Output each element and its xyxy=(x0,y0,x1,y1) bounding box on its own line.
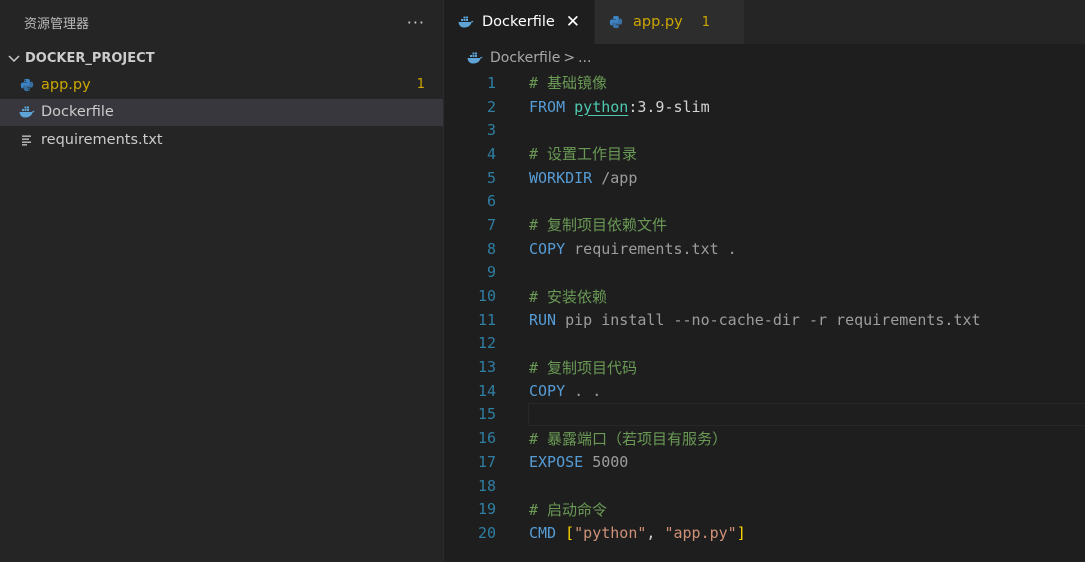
line-number: 9 xyxy=(486,263,496,282)
line-number: 6 xyxy=(486,192,496,211)
code-line[interactable]: 4 # 设置工作目录 xyxy=(444,142,1085,166)
text-file-icon xyxy=(19,132,35,148)
comment: # 复制项目依赖文件 xyxy=(529,216,668,235)
code-line[interactable]: 1 # 基础镜像 xyxy=(444,71,1085,95)
docker-icon xyxy=(19,104,35,120)
file-item-requirements[interactable]: requirements.txt xyxy=(0,126,443,154)
line-number: 1 xyxy=(486,73,496,92)
code-line[interactable]: 12 xyxy=(444,332,1085,356)
code-line[interactable]: 3 xyxy=(444,118,1085,142)
code-line[interactable]: 13 # 复制项目代码 xyxy=(444,355,1085,379)
keyword: WORKDIR xyxy=(529,168,593,187)
keyword: COPY xyxy=(529,381,566,400)
port-number: 5000 xyxy=(592,452,629,471)
comment: # 基础镜像 xyxy=(529,74,608,93)
line-number: 13 xyxy=(477,358,496,377)
line-number: 8 xyxy=(486,239,496,258)
breadcrumb-file[interactable]: Dockerfile xyxy=(490,50,560,66)
image-name: python xyxy=(574,97,629,116)
docker-icon xyxy=(467,50,483,66)
project-folder-name: DOCKER_PROJECT xyxy=(25,50,155,66)
code-line[interactable]: 17 EXPOSE 5000 xyxy=(444,450,1085,474)
code-line[interactable]: 18 xyxy=(444,474,1085,498)
line-number: 12 xyxy=(477,334,496,353)
tab-dockerfile[interactable]: Dockerfile ✕ xyxy=(444,0,594,44)
code-line[interactable]: 8 COPY requirements.txt . xyxy=(444,237,1085,261)
line-number: 2 xyxy=(486,97,496,116)
line-number: 19 xyxy=(477,500,496,519)
code-line[interactable]: 9 xyxy=(444,261,1085,285)
argument: pip install --no-cache-dir -r requiremen… xyxy=(565,310,981,329)
close-icon[interactable]: ✕ xyxy=(566,13,580,31)
tab-app-py[interactable]: app.py 1 xyxy=(594,0,744,44)
code-editor[interactable]: 1 # 基础镜像 2 FROM python:3.9-slim 3 4 # 设置… xyxy=(444,71,1085,545)
bracket: [ xyxy=(565,523,575,542)
line-number: 5 xyxy=(486,168,496,187)
argument: requirements.txt . xyxy=(574,239,737,258)
image-tag: :3.9-slim xyxy=(628,97,710,116)
keyword: COPY xyxy=(529,239,566,258)
code-line[interactable]: 2 FROM python:3.9-slim xyxy=(444,95,1085,119)
comment: # 安装依赖 xyxy=(529,287,608,306)
code-line[interactable]: 6 xyxy=(444,189,1085,213)
breadcrumb-more[interactable]: ... xyxy=(578,50,591,66)
line-number: 4 xyxy=(486,144,496,163)
comment: # 启动命令 xyxy=(529,500,608,519)
file-item-dockerfile[interactable]: Dockerfile xyxy=(0,98,443,126)
code-line-current[interactable]: 15 xyxy=(444,402,1085,427)
explorer-header: 资源管理器 ··· xyxy=(0,0,443,44)
line-number: 15 xyxy=(477,405,496,424)
code-line[interactable]: 14 COPY . . xyxy=(444,379,1085,403)
line-number: 10 xyxy=(477,287,496,306)
tab-bar: Dockerfile ✕ app.py 1 xyxy=(444,0,1085,44)
comment: # 设置工作目录 xyxy=(529,145,638,164)
keyword: CMD xyxy=(529,523,557,542)
file-name: requirements.txt xyxy=(41,131,163,148)
line-number: 16 xyxy=(477,429,496,448)
file-name: app.py xyxy=(41,76,91,93)
argument: /app xyxy=(601,168,638,187)
tab-label: Dockerfile xyxy=(482,14,555,30)
docker-icon xyxy=(458,14,474,30)
keyword: EXPOSE xyxy=(529,452,584,471)
comma: , xyxy=(646,523,665,542)
keyword: RUN xyxy=(529,310,557,329)
file-name: Dockerfile xyxy=(41,104,114,121)
line-number: 17 xyxy=(477,452,496,471)
comment: # 暴露端口（若项目有服务） xyxy=(529,429,728,448)
line-number: 20 xyxy=(477,523,496,542)
string: "app.py" xyxy=(664,523,737,542)
explorer-title: 资源管理器 xyxy=(24,16,90,32)
breadcrumb: Dockerfile > ... xyxy=(444,44,1085,71)
comment: # 复制项目代码 xyxy=(529,358,638,377)
problem-count-badge: 1 xyxy=(701,14,710,30)
line-number: 18 xyxy=(477,476,496,495)
code-line[interactable]: 7 # 复制项目依赖文件 xyxy=(444,213,1085,237)
keyword: FROM xyxy=(529,97,566,116)
line-number: 14 xyxy=(477,381,496,400)
editor-area: Dockerfile ✕ app.py 1 Dockerfile > ... 1… xyxy=(444,0,1085,562)
problem-count-badge: 1 xyxy=(416,77,425,93)
code-line[interactable]: 16 # 暴露端口（若项目有服务） xyxy=(444,426,1085,450)
argument: . . xyxy=(574,381,602,400)
code-line[interactable]: 20 CMD ["python", "app.py"] xyxy=(444,521,1085,545)
python-icon xyxy=(19,77,35,93)
string: "python" xyxy=(574,523,647,542)
tab-label: app.py xyxy=(633,14,683,30)
chevron-down-icon xyxy=(8,55,20,63)
breadcrumb-separator: > xyxy=(563,49,576,66)
more-actions-icon[interactable]: ··· xyxy=(407,13,425,32)
line-number: 3 xyxy=(486,121,496,140)
line-number: 11 xyxy=(477,310,496,329)
code-line[interactable]: 5 WORKDIR /app xyxy=(444,166,1085,190)
explorer-sidebar: 资源管理器 ··· DOCKER_PROJECT app.py 1 Docker… xyxy=(0,0,444,562)
line-number: 7 xyxy=(486,215,496,234)
python-icon xyxy=(609,14,625,30)
code-line[interactable]: 19 # 启动命令 xyxy=(444,497,1085,521)
file-item-app-py[interactable]: app.py 1 xyxy=(0,71,443,99)
code-line[interactable]: 10 # 安装依赖 xyxy=(444,284,1085,308)
project-folder-header[interactable]: DOCKER_PROJECT xyxy=(0,45,443,71)
code-line[interactable]: 11 RUN pip install --no-cache-dir -r req… xyxy=(444,308,1085,332)
bracket: ] xyxy=(736,523,746,542)
